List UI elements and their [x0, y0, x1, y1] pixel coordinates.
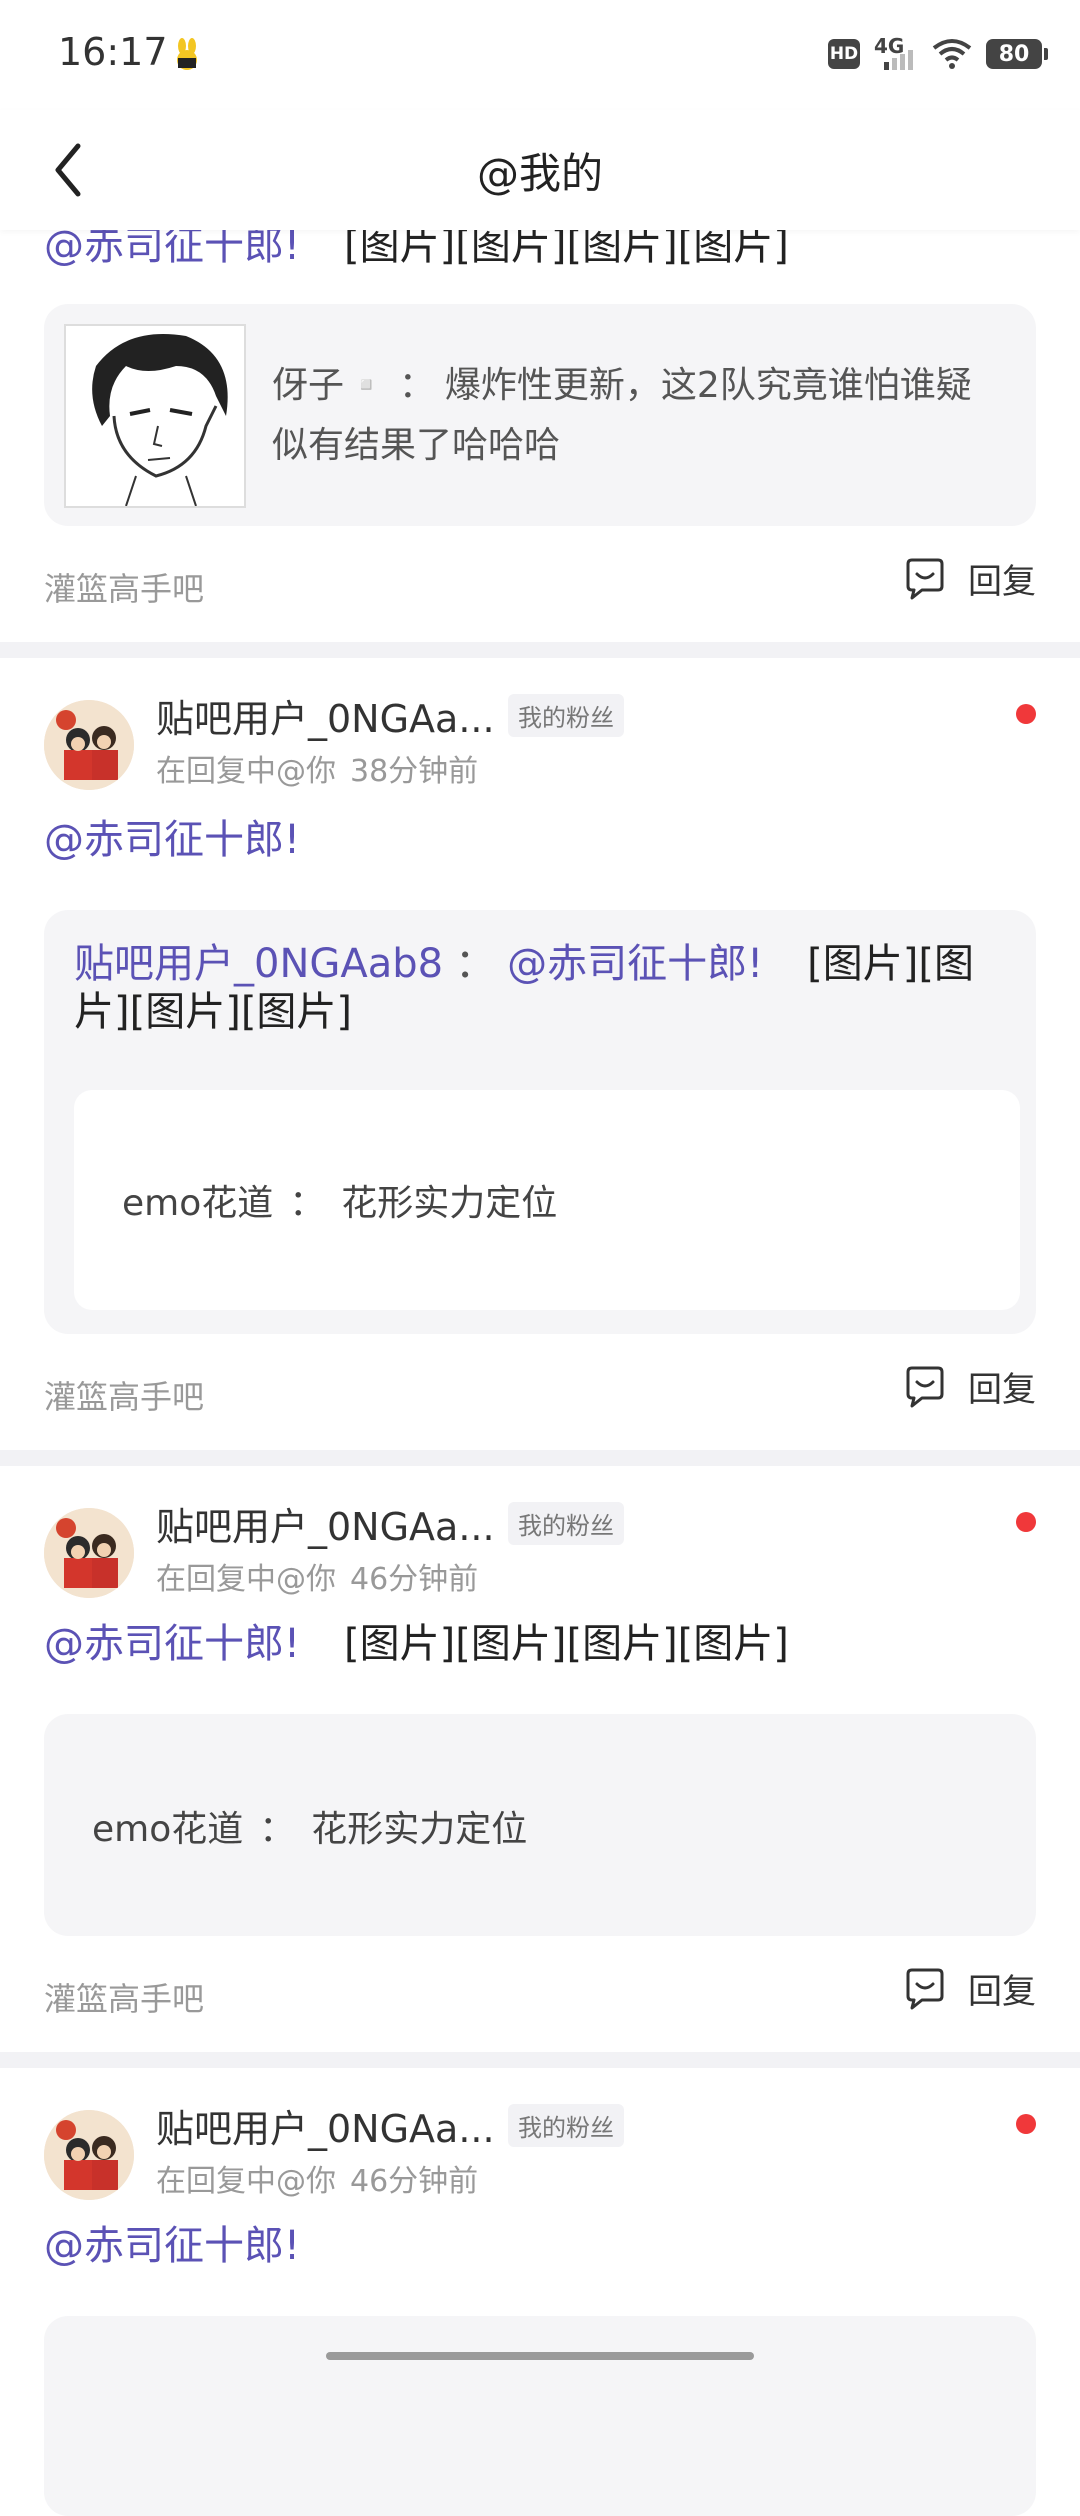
- avatar[interactable]: [44, 700, 134, 790]
- username[interactable]: 贴吧用户_0NGAa...: [156, 688, 495, 743]
- timestamp: 38分钟前: [350, 754, 479, 789]
- status-time: 16:17: [58, 30, 168, 74]
- unread-dot-icon: [1016, 2114, 1036, 2134]
- status-bar: 16:17 HD 4G 80: [0, 0, 1080, 110]
- mention-meta: 在回复中@你 46分钟前: [156, 1562, 479, 1597]
- username[interactable]: 贴吧用户_0NGAa...: [156, 2098, 495, 2153]
- forum-row: 灌篮高手吧 回复: [0, 526, 1080, 642]
- avatar[interactable]: [44, 1508, 134, 1598]
- reply-button[interactable]: 回复: [902, 1964, 1036, 2013]
- signal-icon: 4G: [874, 34, 918, 74]
- quoted-text: 伢子▫️：爆炸性更新，这2队究竟谁怕谁疑似有结果了哈哈哈: [272, 365, 972, 466]
- user-row: 贴吧用户_0NGAa... 我的粉丝 在回复中@你 38分钟前: [0, 658, 1080, 790]
- quoted-post[interactable]: 贴吧用户_0NGAab8： @赤司征十郎! [图片][图 片][图片][图片] em…: [44, 910, 1036, 1334]
- mention-feed[interactable]: @赤司征十郎! [图片][图片][图片][图片] 伢子▫️：爆炸性更新，这2队究竟…: [0, 206, 1080, 2516]
- images-placeholder: [图片][图片][图片][图片]: [344, 1621, 789, 1667]
- fan-badge: 我的粉丝: [508, 2104, 624, 2147]
- username[interactable]: 贴吧用户_0NGAa...: [156, 1496, 495, 1551]
- unread-dot-icon: [1016, 1512, 1036, 1532]
- mascot-notification-icon: [177, 38, 197, 70]
- forum-row: 灌篮高手吧 回复: [0, 1936, 1080, 2052]
- quoted-reply-text: 贴吧用户_0NGAab8： @赤司征十郎! [图片][图 片][图片][图片]: [74, 941, 974, 1035]
- forum-name[interactable]: 灌篮高手吧: [44, 1372, 204, 1418]
- home-indicator[interactable]: [326, 2352, 754, 2360]
- quoted-post[interactable]: emo花道：花形实力定位: [44, 1714, 1036, 1936]
- reply-label: 回复: [968, 1972, 1036, 2012]
- avatar[interactable]: [44, 2110, 134, 2200]
- mention-meta: 在回复中@你 38分钟前: [156, 754, 479, 789]
- user-row: 贴吧用户_0NGAa... 我的粉丝 在回复中@你 46分钟前: [0, 1466, 1080, 1598]
- mention-item[interactable]: 贴吧用户_0NGAa... 我的粉丝 在回复中@你 46分钟前 @赤司征十郎! [图…: [0, 1466, 1080, 2052]
- reply-button[interactable]: 回复: [902, 554, 1036, 603]
- mention-link[interactable]: @赤司征十郎!: [44, 817, 300, 863]
- fan-badge: 我的粉丝: [508, 1502, 624, 1545]
- timestamp: 46分钟前: [350, 1562, 479, 1597]
- quoted-text: emo花道：花形实力定位: [92, 1809, 528, 1850]
- quoted-post[interactable]: [44, 2316, 1036, 2516]
- post-thumbnail[interactable]: [64, 324, 246, 508]
- reply-label: 回复: [968, 1370, 1036, 1410]
- quoted-post[interactable]: 伢子▫️：爆炸性更新，这2队究竟谁怕谁疑似有结果了哈哈哈: [44, 304, 1036, 526]
- hd-icon: HD: [828, 39, 860, 69]
- mention-link[interactable]: @赤司征十郎!: [507, 941, 763, 987]
- forum-name[interactable]: 灌篮高手吧: [44, 564, 204, 610]
- section-divider: [0, 2052, 1080, 2068]
- wifi-icon: [932, 39, 972, 69]
- battery-icon: 80: [986, 39, 1048, 69]
- mention-item[interactable]: 贴吧用户_0NGAa... 我的粉丝 在回复中@你 46分钟前 @赤司征十郎!: [0, 2068, 1080, 2516]
- mention-item[interactable]: 贴吧用户_0NGAa... 我的粉丝 在回复中@你 38分钟前 @赤司征十郎! 贴…: [0, 658, 1080, 1450]
- nav-bar: @我的: [0, 110, 1080, 230]
- timestamp: 46分钟前: [350, 2164, 479, 2199]
- mention-link[interactable]: @赤司征十郎!: [44, 2223, 300, 2269]
- forum-row: 灌篮高手吧 回复: [0, 1334, 1080, 1450]
- forum-name[interactable]: 灌篮高手吧: [44, 1974, 204, 2020]
- page-title: @我的: [476, 149, 603, 198]
- fan-badge: 我的粉丝: [508, 694, 624, 737]
- quoted-author[interactable]: 贴吧用户_0NGAab8: [74, 941, 443, 987]
- unread-dot-icon: [1016, 704, 1036, 724]
- mention-link[interactable]: @赤司征十郎!: [44, 1621, 300, 1667]
- section-divider: [0, 642, 1080, 658]
- reply-button[interactable]: 回复: [902, 1362, 1036, 1411]
- nested-quote[interactable]: emo花道：花形实力定位: [74, 1090, 1020, 1310]
- nested-quote-text: emo花道：花形实力定位: [122, 1183, 558, 1224]
- section-divider: [0, 1450, 1080, 1466]
- reply-label: 回复: [968, 562, 1036, 602]
- user-row: 贴吧用户_0NGAa... 我的粉丝 在回复中@你 46分钟前: [0, 2068, 1080, 2200]
- reply-bubble-icon: [906, 1968, 944, 2009]
- mention-meta: 在回复中@你 46分钟前: [156, 2164, 479, 2199]
- mention-item[interactable]: @赤司征十郎! [图片][图片][图片][图片] 伢子▫️：爆炸性更新，这2队究竟…: [0, 206, 1080, 642]
- reply-bubble-icon: [906, 1366, 944, 1407]
- reply-bubble-icon: [906, 558, 944, 599]
